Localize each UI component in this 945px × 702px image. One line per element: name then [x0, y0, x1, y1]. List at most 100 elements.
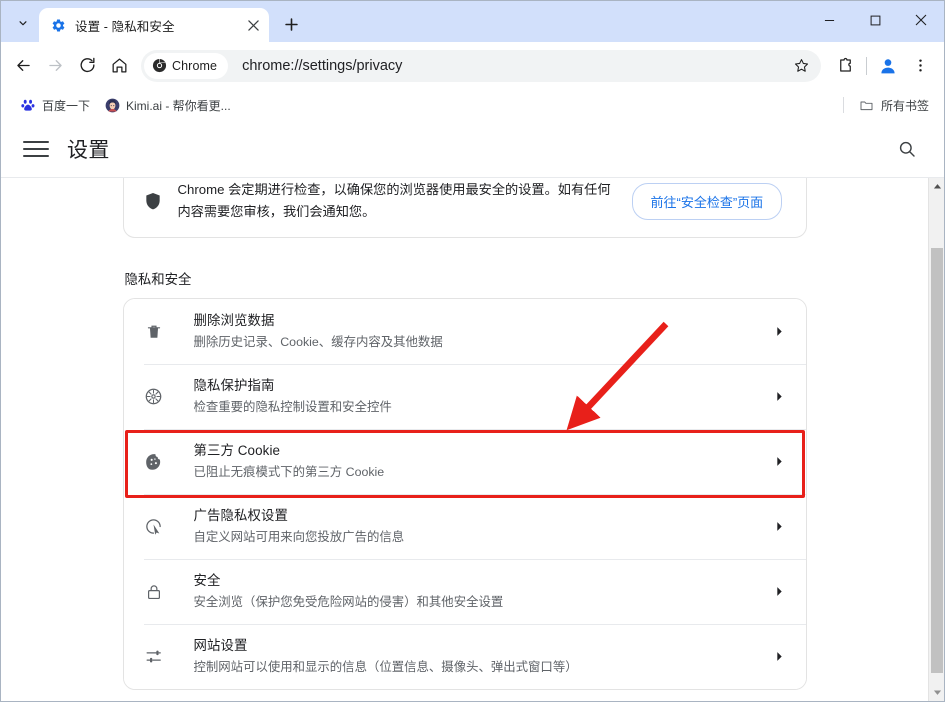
three-dot-menu-icon	[918, 59, 922, 72]
row-text: 第三方 Cookie 已阻止无痕模式下的第三方 Cookie	[194, 441, 762, 482]
profile-avatar-button[interactable]	[872, 50, 904, 82]
shield-icon	[142, 191, 164, 211]
settings-row-site-settings[interactable]: 网站设置 控制网站可以使用和显示的信息（位置信息、摄像头、弹出式窗口等）	[123, 624, 806, 689]
settings-row-ad-privacy[interactable]: 广告隐私权设置 自定义网站可用来向您投放广告的信息	[123, 494, 806, 559]
scroll-down-button[interactable]	[929, 684, 944, 701]
window-controls	[806, 1, 944, 39]
plus-icon	[284, 17, 298, 31]
cookie-icon	[144, 452, 164, 472]
chrome-chip-label: Chrome	[172, 58, 218, 73]
back-button[interactable]	[7, 50, 39, 82]
chevron-right-icon	[772, 456, 788, 467]
row-title: 第三方 Cookie	[193, 443, 281, 458]
privacy-guide-icon	[144, 387, 164, 407]
row-text: 隐私保护指南 检查重要的隐私控制设置和安全控件	[194, 376, 762, 417]
chrome-logo-icon	[152, 58, 167, 73]
chevron-right-icon	[772, 586, 788, 597]
hamburger-menu-icon[interactable]	[23, 136, 49, 162]
row-text: 删除浏览数据 删除历史记录、Cookie、缓存内容及其他数据	[194, 311, 762, 352]
settings-scroll-content: Chrome 会定期进行检查，以确保您的浏览器使用最安全的设置。如有任何内容需要…	[1, 178, 928, 701]
row-subtitle: 自定义网站可用来向您投放广告的信息	[193, 530, 405, 544]
reload-button[interactable]	[71, 50, 103, 82]
row-title: 删除浏览数据	[193, 313, 275, 328]
url-text[interactable]: chrome://settings/privacy	[228, 58, 787, 74]
lock-icon	[144, 582, 164, 602]
extensions-button[interactable]	[829, 50, 861, 82]
row-text: 安全 安全浏览（保护您免受危险网站的侵害）和其他安全设置	[194, 571, 762, 612]
settings-header: 设置	[1, 121, 944, 177]
content-scrollbar[interactable]	[928, 178, 944, 701]
bookmark-star-button[interactable]	[787, 52, 815, 80]
row-subtitle: 已阻止无痕模式下的第三方 Cookie	[193, 465, 385, 479]
arrow-left-icon	[16, 60, 30, 71]
close-icon	[915, 14, 927, 26]
forward-button[interactable]	[39, 50, 71, 82]
safety-check-text: Chrome 会定期进行检查，以确保您的浏览器使用最安全的设置。如有任何内容需要…	[177, 182, 611, 219]
row-title: 网站设置	[193, 638, 248, 653]
trash-icon	[144, 322, 164, 342]
settings-search-button[interactable]	[890, 132, 924, 166]
toolbar-divider	[866, 56, 867, 75]
row-subtitle: 检查重要的隐私控制设置和安全控件	[193, 400, 392, 414]
scroll-down-arrow-icon	[933, 690, 941, 695]
ad-privacy-icon	[144, 517, 164, 537]
bookmark-item-baidu[interactable]: 百度一下	[13, 93, 97, 117]
chevron-right-icon	[772, 391, 788, 402]
home-button[interactable]	[103, 50, 135, 82]
settings-content-area: Chrome 会定期进行检查，以确保您的浏览器使用最安全的设置。如有任何内容需要…	[1, 177, 944, 701]
folder-icon	[859, 97, 875, 113]
maximize-button[interactable]	[852, 1, 898, 39]
tab-title: 设置 - 隐私和安全	[75, 19, 175, 34]
baidu-favicon	[20, 97, 36, 113]
go-to-safety-check-button[interactable]: 前往“安全检查”页面	[631, 182, 783, 220]
scroll-up-arrow-icon	[933, 184, 941, 189]
gear-icon	[50, 17, 66, 33]
settings-row-privacy-guide[interactable]: 隐私保护指南 检查重要的隐私控制设置和安全控件	[123, 364, 806, 429]
scrollbar-thumb[interactable]	[931, 248, 943, 673]
tab-strip: 设置 - 隐私和安全	[1, 1, 944, 42]
browser-toolbar: Chrome chrome://settings/privacy	[1, 42, 944, 89]
all-bookmarks-button[interactable]: 所有书签	[852, 93, 936, 117]
row-title: 广告隐私权设置	[193, 508, 288, 523]
row-title: 隐私保护指南	[193, 378, 275, 393]
browser-menu-button[interactable]	[904, 50, 936, 82]
settings-row-clear-browsing-data[interactable]: 删除浏览数据 删除历史记录、Cookie、缓存内容及其他数据	[123, 299, 806, 364]
tune-icon	[144, 647, 164, 667]
page-title: 设置	[67, 138, 110, 162]
all-bookmarks-section: 所有书签	[842, 93, 936, 117]
chevron-down-icon	[19, 21, 27, 26]
tab-settings[interactable]: 设置 - 隐私和安全	[39, 8, 269, 42]
chrome-origin-chip[interactable]: Chrome	[144, 52, 229, 79]
safety-check-card: Chrome 会定期进行检查，以确保您的浏览器使用最安全的设置。如有任何内容需要…	[122, 178, 807, 238]
privacy-section-title: 隐私和安全	[124, 272, 192, 287]
bookmarks-bar: 百度一下 Kimi.ai - 帮你看更... 所有书签	[1, 89, 944, 121]
home-icon	[112, 58, 126, 73]
bookmark-item-kimi[interactable]: Kimi.ai - 帮你看更...	[97, 93, 238, 117]
row-text: 广告隐私权设置 自定义网站可用来向您投放广告的信息	[194, 506, 762, 547]
bookmarks-divider	[842, 97, 844, 113]
row-subtitle: 安全浏览（保护您免受危险网站的侵害）和其他安全设置	[193, 595, 504, 609]
chevron-right-icon	[772, 326, 788, 337]
reload-icon	[80, 57, 95, 73]
chevron-right-icon	[772, 651, 788, 662]
profile-avatar-icon	[881, 58, 895, 73]
new-tab-button[interactable]	[277, 10, 305, 38]
row-subtitle: 删除历史记录、Cookie、缓存内容及其他数据	[193, 335, 443, 349]
maximize-icon	[870, 15, 880, 25]
settings-row-third-party-cookies[interactable]: 第三方 Cookie 已阻止无痕模式下的第三方 Cookie	[123, 429, 806, 494]
all-bookmarks-label: 所有书签	[880, 98, 929, 113]
bookmark-label: Kimi.ai - 帮你看更...	[126, 98, 231, 113]
tab-search-button[interactable]	[9, 9, 37, 37]
browser-window: 设置 - 隐私和安全 Chrome chrome://settings/priv…	[0, 0, 945, 702]
address-bar[interactable]: Chrome chrome://settings/privacy	[141, 49, 821, 82]
row-subtitle: 控制网站可以使用和显示的信息（位置信息、摄像头、弹出式窗口等）	[193, 660, 578, 674]
row-text: 网站设置 控制网站可以使用和显示的信息（位置信息、摄像头、弹出式窗口等）	[194, 636, 762, 677]
tab-close-button[interactable]	[243, 15, 263, 35]
star-outline-icon	[794, 59, 808, 72]
settings-row-security[interactable]: 安全 安全浏览（保护您免受危险网站的侵害）和其他安全设置	[123, 559, 806, 624]
puzzle-icon	[839, 57, 851, 72]
close-window-button[interactable]	[898, 1, 944, 39]
bookmark-label: 百度一下	[42, 98, 91, 113]
minimize-button[interactable]	[806, 1, 852, 39]
scroll-up-button[interactable]	[929, 178, 944, 195]
